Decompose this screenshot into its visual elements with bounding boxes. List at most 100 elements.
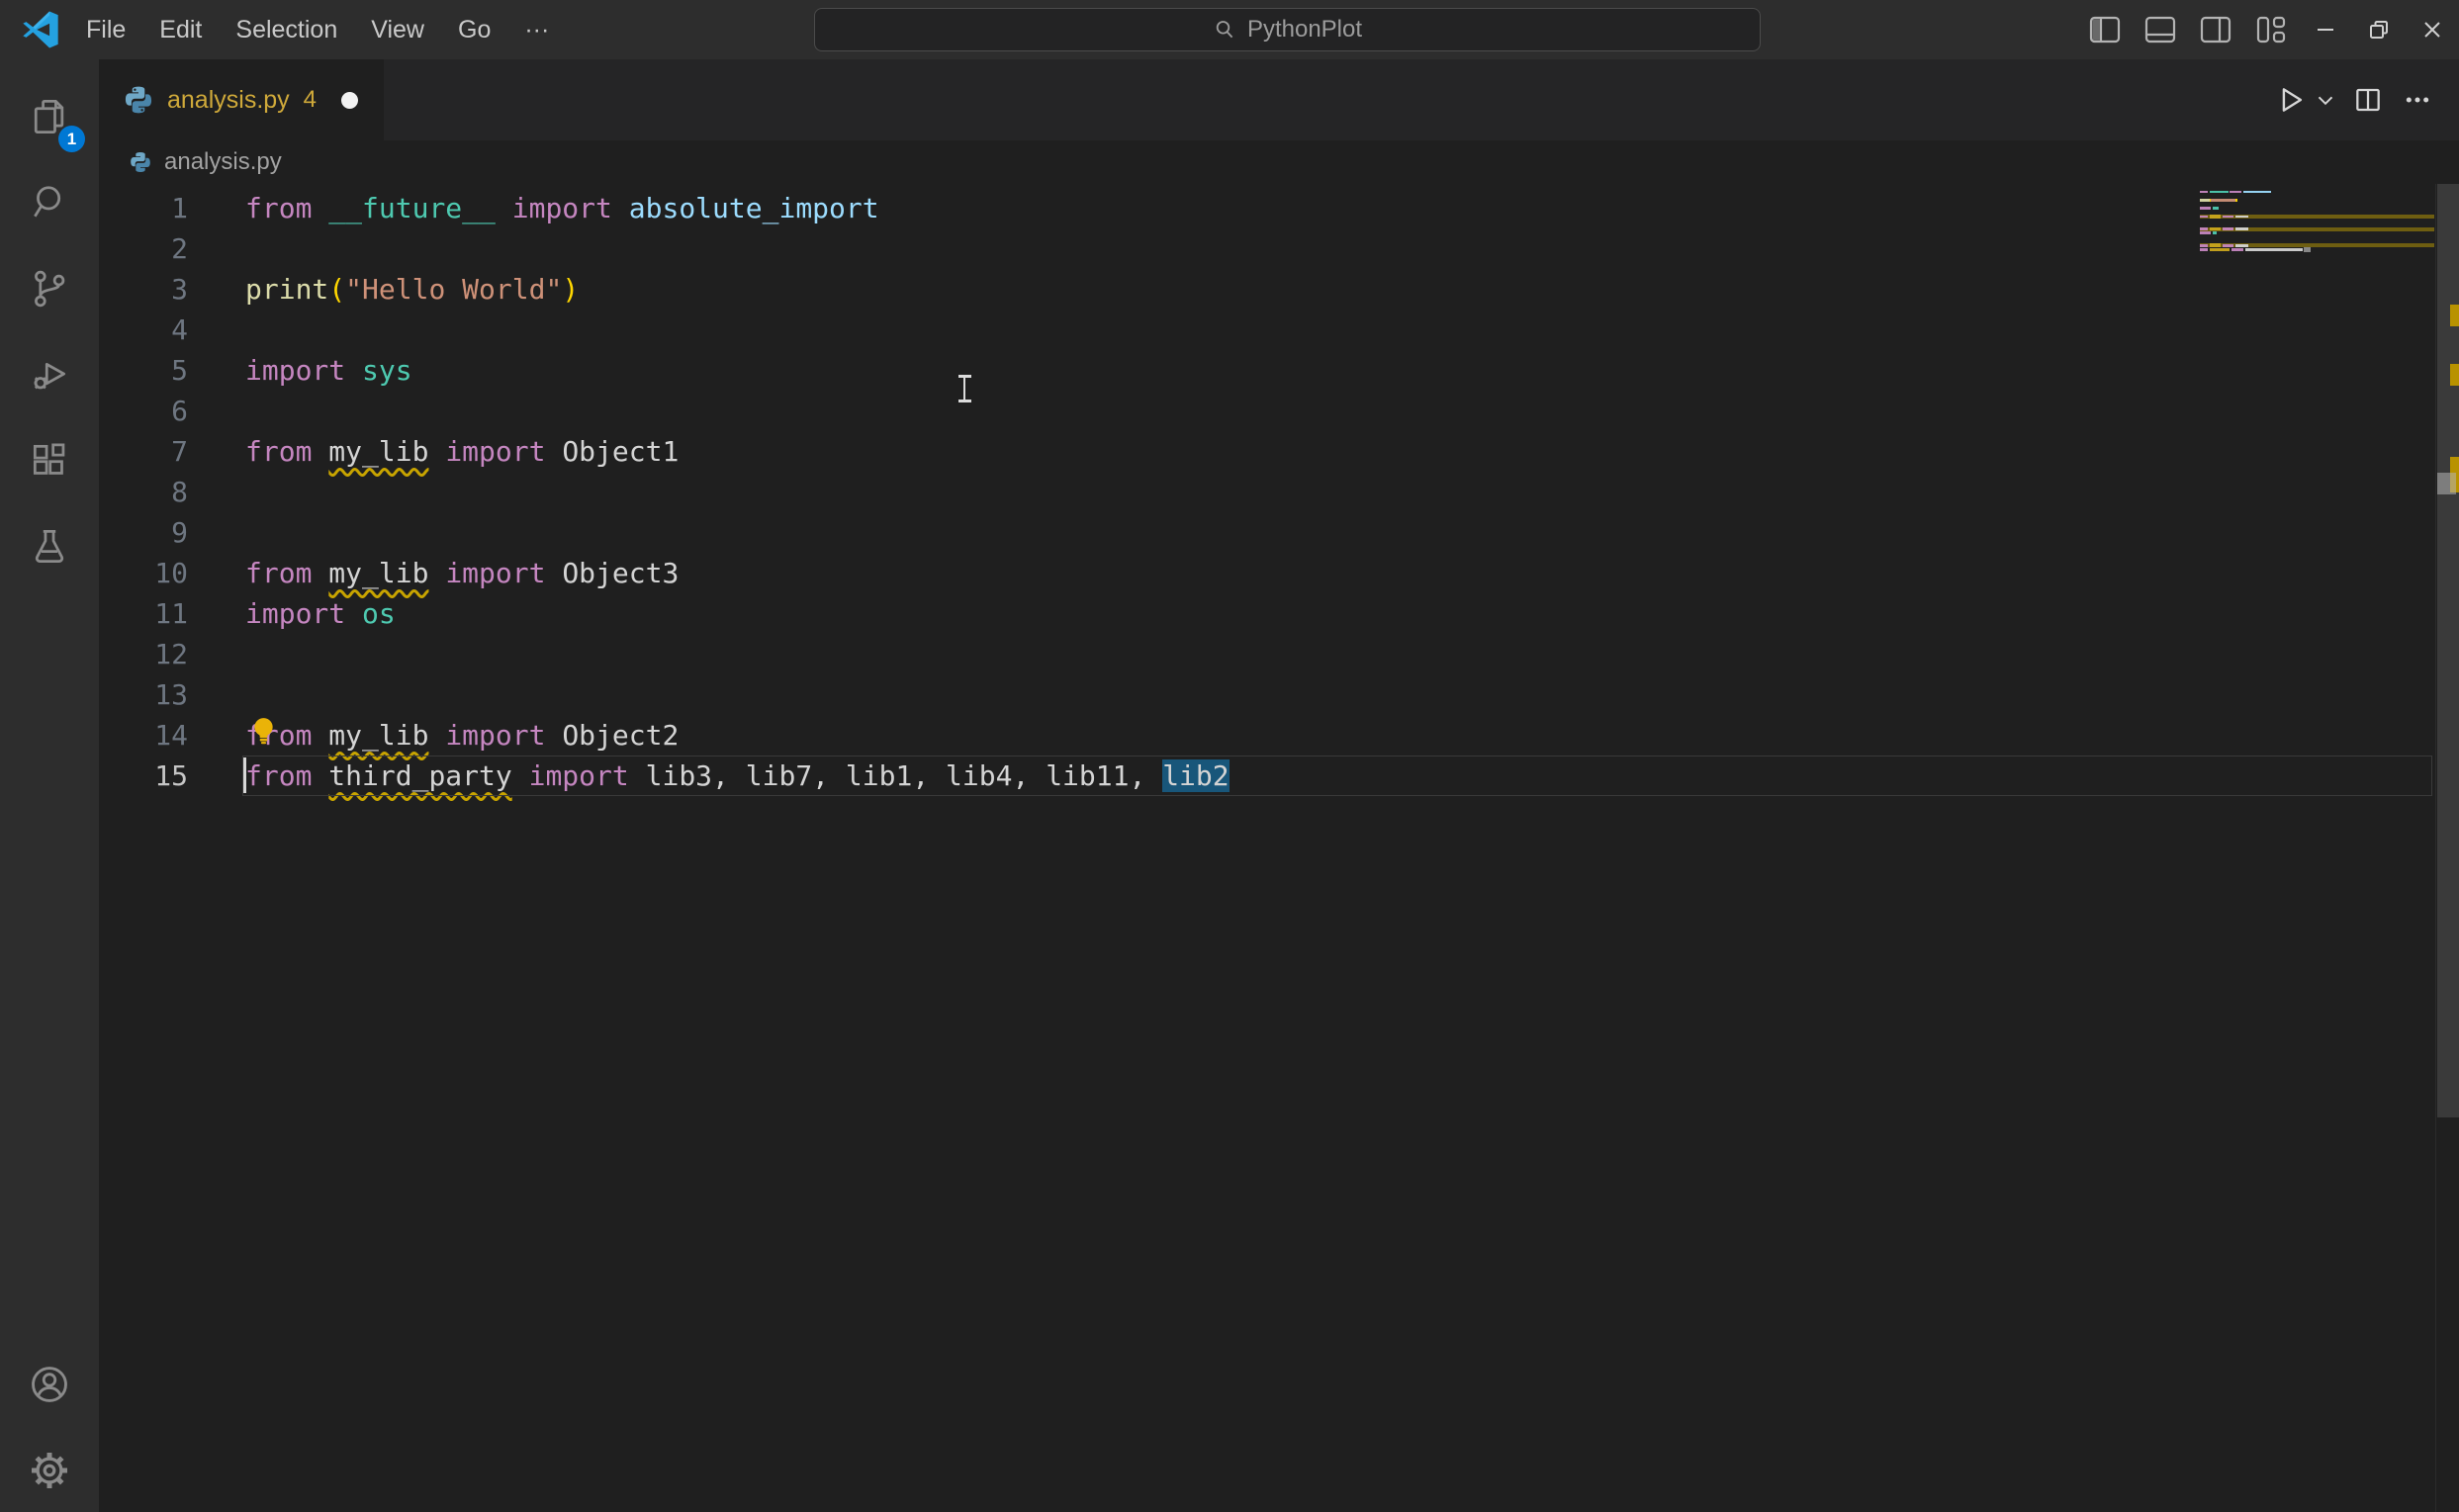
line-number-4[interactable]: 4 (99, 310, 188, 350)
code-line-2[interactable] (245, 228, 1230, 269)
code-token: my_lib (328, 435, 428, 468)
sidebar-item-search[interactable] (18, 171, 81, 234)
close-icon[interactable] (2406, 0, 2459, 59)
ellipsis-icon (2402, 84, 2433, 116)
toggle-panel-icon[interactable] (2133, 0, 2188, 59)
title-bar: FileEditSelectionViewGo··· PythonPlot (0, 0, 2459, 59)
minimap-line-15 (2200, 247, 2434, 251)
menu-view[interactable]: View (354, 0, 441, 59)
command-center-search[interactable]: PythonPlot (814, 8, 1761, 51)
line-number-11[interactable]: 11 (99, 593, 188, 634)
run-and-debug-icon (28, 353, 71, 397)
code-line-13[interactable] (245, 674, 1230, 715)
editor-code-area[interactable]: from __future__ import absolute_importpr… (245, 188, 1230, 796)
gear-icon (27, 1448, 72, 1493)
code-token: Object3 (562, 557, 679, 589)
line-number-7[interactable]: 7 (99, 431, 188, 472)
search-icon (1213, 18, 1236, 42)
line-number-15[interactable]: 15 (99, 756, 188, 796)
editor-scrollbar[interactable] (2435, 184, 2459, 1512)
sidebar-item-source-control[interactable] (18, 257, 81, 320)
code-editor[interactable]: 123456789101112131415 from __future__ im… (99, 184, 2459, 1512)
accounts-icon-button[interactable] (18, 1353, 81, 1416)
code-line-1[interactable]: from __future__ import absolute_import (245, 188, 1230, 228)
overview-warning-mark (2450, 364, 2459, 386)
line-number-9[interactable]: 9 (99, 512, 188, 553)
breadcrumb-item-file[interactable]: analysis.py (164, 148, 282, 176)
code-token (612, 192, 629, 224)
code-line-9[interactable] (245, 512, 1230, 553)
code-token: __future__ (328, 192, 496, 224)
restore-icon[interactable] (2352, 0, 2406, 59)
code-line-5[interactable]: import sys (245, 350, 1230, 391)
sidebar-item-explorer[interactable]: 1 (18, 85, 81, 148)
line-number-14[interactable]: 14 (99, 715, 188, 756)
code-token: os (362, 597, 396, 630)
lightbulb-icon[interactable] (249, 716, 278, 748)
code-line-15[interactable]: from third_party import lib3, lib7, lib1… (245, 756, 1230, 796)
code-token: from (245, 759, 312, 792)
sidebar-item-testing[interactable] (18, 515, 81, 578)
menu-file[interactable]: File (69, 0, 142, 59)
code-line-12[interactable] (245, 634, 1230, 674)
menu-selection[interactable]: Selection (219, 0, 354, 59)
line-number-5[interactable]: 5 (99, 350, 188, 391)
settings-gear-button[interactable] (18, 1439, 81, 1502)
menu-more[interactable]: ··· (507, 0, 566, 59)
line-number-13[interactable]: 13 (99, 674, 188, 715)
python-icon (129, 150, 152, 174)
code-token: lib3, lib7, lib1, lib4, lib11, (646, 759, 1163, 792)
code-token: import (245, 354, 345, 387)
minimap[interactable] (2200, 190, 2434, 269)
code-line-8[interactable] (245, 472, 1230, 512)
selected-text: lib2 (1162, 759, 1229, 792)
code-line-10[interactable]: from my_lib import Object3 (245, 553, 1230, 593)
code-line-7[interactable]: from my_lib import Object1 (245, 431, 1230, 472)
tab-problem-count: 4 (304, 86, 317, 114)
run-options-chevron-button[interactable] (2311, 78, 2340, 122)
customize-layout-icon[interactable] (2243, 0, 2299, 59)
line-number-10[interactable]: 10 (99, 553, 188, 593)
chevron-down-icon (2313, 87, 2338, 113)
code-token (545, 557, 562, 589)
code-token (312, 192, 328, 224)
code-token (428, 557, 445, 589)
code-line-6[interactable] (245, 391, 1230, 431)
command-center-text: PythonPlot (1247, 16, 1362, 44)
tab-modified-dot-icon[interactable] (341, 92, 358, 109)
tab-analysis-py[interactable]: analysis.py 4 (99, 59, 384, 140)
code-token: import (245, 597, 345, 630)
code-token: my_lib (328, 557, 428, 589)
more-actions-button[interactable] (2396, 78, 2439, 122)
line-number-1[interactable]: 1 (99, 188, 188, 228)
toggle-secondary-sidebar-icon[interactable] (2188, 0, 2243, 59)
line-number-3[interactable]: 3 (99, 269, 188, 310)
code-token (629, 759, 646, 792)
line-number-12[interactable]: 12 (99, 634, 188, 674)
code-line-4[interactable] (245, 310, 1230, 350)
split-editor-button[interactable] (2346, 78, 2390, 122)
code-line-14[interactable]: from my_lib import Object2 (245, 715, 1230, 756)
toggle-primary-sidebar-icon[interactable] (2077, 0, 2133, 59)
code-line-3[interactable]: print("Hello World") (245, 269, 1230, 310)
code-token: "Hello World" (345, 273, 562, 306)
line-number-6[interactable]: 6 (99, 391, 188, 431)
code-token (545, 435, 562, 468)
minimize-icon[interactable] (2299, 0, 2352, 59)
sidebar-item-extensions[interactable] (18, 429, 81, 492)
menu-edit[interactable]: Edit (142, 0, 219, 59)
window-controls (2077, 0, 2459, 59)
code-token (545, 719, 562, 752)
code-token: ( (328, 273, 345, 306)
code-line-11[interactable]: import os (245, 593, 1230, 634)
line-number-8[interactable]: 8 (99, 472, 188, 512)
run-python-file-button[interactable] (2269, 78, 2313, 122)
code-token: ) (562, 273, 579, 306)
run-icon (2274, 83, 2308, 117)
breadcrumb[interactable]: analysis.py (99, 140, 2459, 184)
editor-actions (2269, 59, 2459, 140)
line-number-2[interactable]: 2 (99, 228, 188, 269)
menu-go[interactable]: Go (441, 0, 507, 59)
tab-label: analysis.py (167, 86, 290, 115)
sidebar-item-run-debug[interactable] (18, 343, 81, 406)
